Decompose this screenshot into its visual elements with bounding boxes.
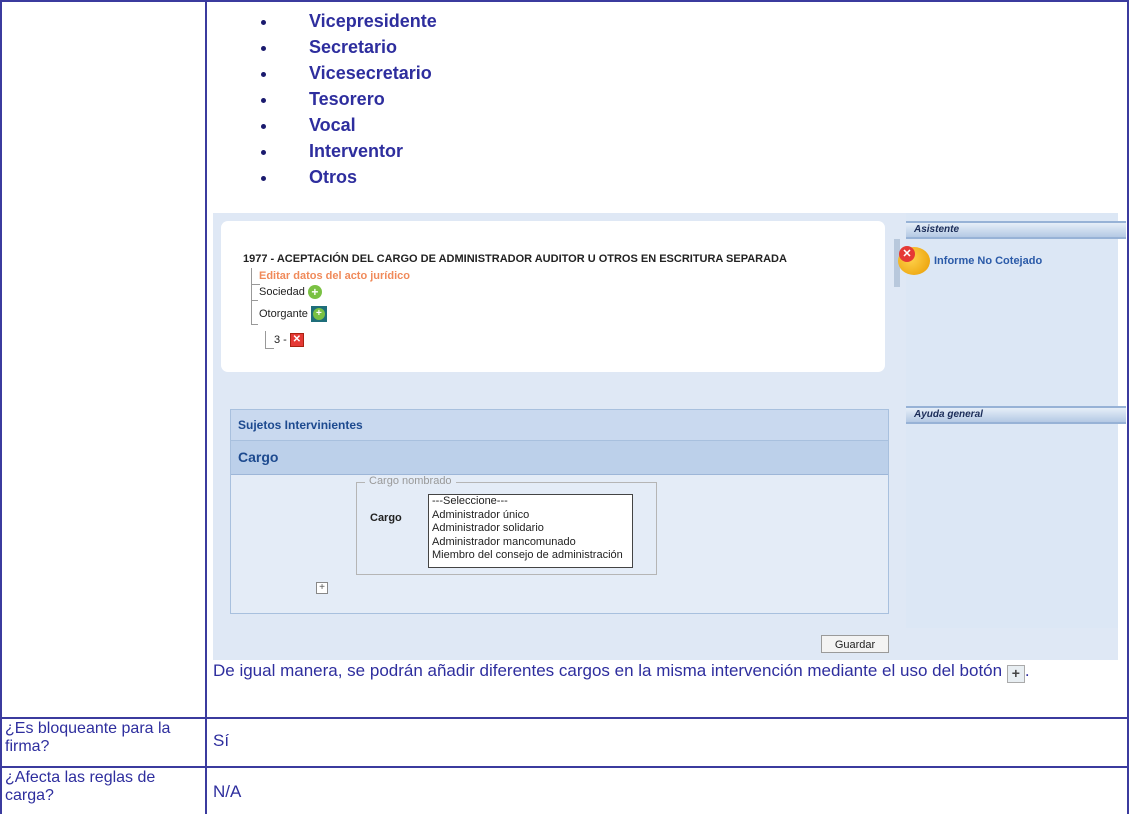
tree-item-child: 3 - ✕ bbox=[274, 333, 304, 347]
tree-item-label: Sociedad bbox=[259, 286, 305, 298]
add-otorgante-icon[interactable]: + bbox=[310, 306, 327, 322]
list-item: Vocal bbox=[257, 112, 437, 138]
informe-link-label: Informe No Cotejado bbox=[934, 255, 1043, 267]
assistant-header: Asistente bbox=[906, 221, 1126, 239]
row-value-reglas: N/A bbox=[213, 782, 242, 801]
tree-item-otorgante: Otorgante + bbox=[259, 306, 327, 322]
list-item: Otros bbox=[257, 164, 437, 190]
tree-connector bbox=[251, 284, 258, 301]
tree-item-label: Otorgante bbox=[259, 308, 308, 320]
table-column-divider bbox=[205, 0, 207, 814]
list-option[interactable]: Administrador solidario bbox=[429, 522, 632, 536]
sidebar: Asistente Informe No Cotejado Ayuda gene… bbox=[898, 213, 1126, 628]
table-row-divider bbox=[0, 766, 1129, 768]
row-value-bloqueante: Sí bbox=[213, 731, 230, 750]
edit-act-link[interactable]: Editar datos del acto jurídico bbox=[259, 270, 410, 282]
list-option[interactable]: Miembro del consejo de administración bbox=[429, 549, 632, 563]
table-border-left bbox=[0, 0, 2, 814]
panel-subtitle: Cargo bbox=[231, 441, 888, 475]
fieldset-legend: Cargo nombrado bbox=[365, 475, 456, 487]
role-bullet-list: Vicepresidente Secretario Vicesecretario… bbox=[257, 8, 437, 190]
tree-connector bbox=[265, 331, 274, 349]
row-label-reglas: ¿Afecta las reglas de carga? bbox=[5, 769, 156, 804]
act-tree-card: 1977 - ACEPTACIÓN DEL CARGO DE ADMINISTR… bbox=[221, 221, 885, 372]
warning-icon bbox=[898, 246, 930, 275]
list-option[interactable]: ---Seleccione--- bbox=[429, 495, 632, 509]
instruction-paragraph: De igual manera, se podrán añadir difere… bbox=[213, 660, 1118, 683]
list-option[interactable]: Administrador mancomunado bbox=[429, 536, 632, 550]
expand-plus-icon[interactable]: + bbox=[316, 582, 328, 594]
paragraph-end: . bbox=[1024, 661, 1030, 680]
list-item: Vicesecretario bbox=[257, 60, 437, 86]
app-screenshot: 1977 - ACEPTACIÓN DEL CARGO DE ADMINISTR… bbox=[213, 213, 1126, 660]
save-button[interactable]: Guardar bbox=[821, 635, 889, 653]
tree-connector bbox=[251, 300, 258, 325]
informe-link[interactable]: Informe No Cotejado bbox=[898, 246, 1043, 275]
cargo-fieldset: Cargo nombrado Cargo ---Seleccione--- Ad… bbox=[356, 475, 657, 575]
paragraph-text: De igual manera, se podrán añadir difere… bbox=[213, 661, 1003, 680]
row-label-bloqueante: ¿Es bloqueante para la firma? bbox=[5, 720, 171, 755]
help-header: Ayuda general bbox=[906, 406, 1126, 424]
cargo-label: Cargo bbox=[370, 512, 402, 524]
cargo-listbox[interactable]: ---Seleccione--- Administrador único Adm… bbox=[428, 494, 633, 568]
plus-button-icon: + bbox=[1006, 665, 1025, 683]
sujetos-panel: Sujetos Intervinientes Cargo Cargo nombr… bbox=[230, 409, 889, 614]
list-item: Secretario bbox=[257, 34, 437, 60]
tree-item-sociedad: Sociedad + bbox=[259, 285, 322, 299]
table-row-divider bbox=[0, 717, 1129, 719]
delete-icon[interactable]: ✕ bbox=[289, 333, 304, 347]
add-sociedad-icon[interactable]: + bbox=[307, 285, 322, 299]
table-border-top bbox=[0, 0, 1129, 2]
panel-body: Cargo nombrado Cargo ---Seleccione--- Ad… bbox=[231, 475, 888, 613]
list-item: Vicepresidente bbox=[257, 8, 437, 34]
list-option[interactable]: Administrador único bbox=[429, 509, 632, 523]
tree-item-label: 3 - bbox=[274, 334, 287, 346]
list-item: Tesorero bbox=[257, 86, 437, 112]
panel-title: Sujetos Intervinientes bbox=[231, 410, 888, 441]
act-title: 1977 - ACEPTACIÓN DEL CARGO DE ADMINISTR… bbox=[243, 253, 787, 265]
list-item: Interventor bbox=[257, 138, 437, 164]
